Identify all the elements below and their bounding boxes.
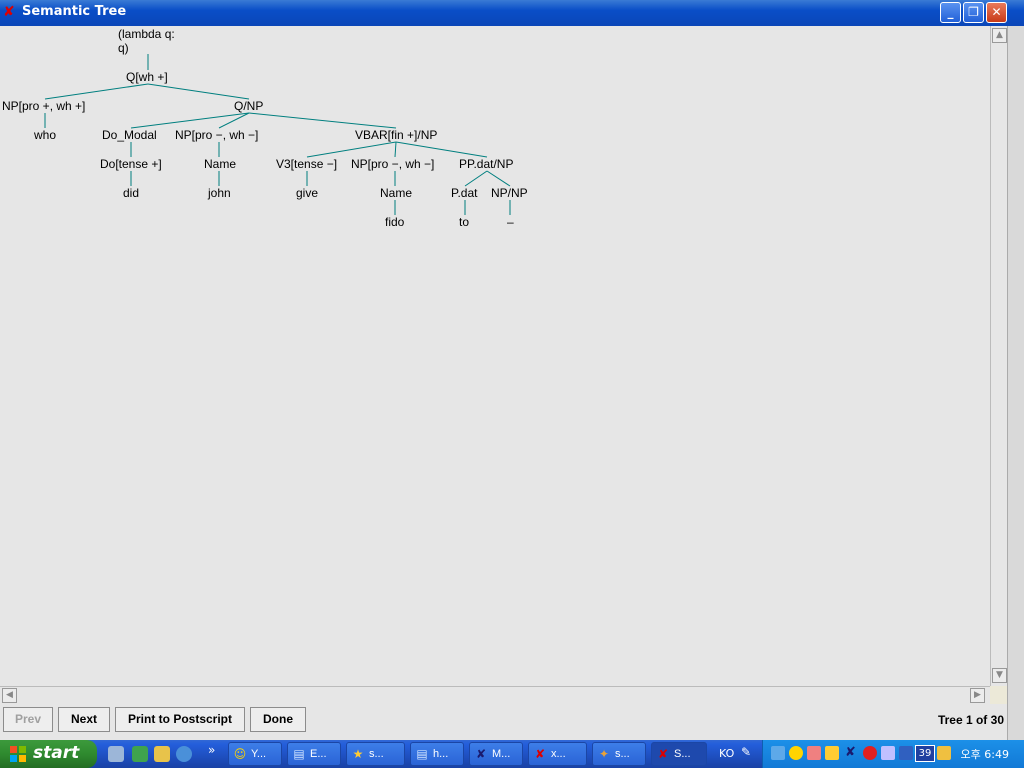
right-edge-strip — [1007, 26, 1024, 740]
tree-node-pp-dat: PP.dat/NP — [459, 157, 514, 171]
taskbar-item[interactable]: ✦ s... — [592, 742, 646, 766]
vertical-scrollbar[interactable]: ▲ ▼ — [990, 26, 1008, 686]
antivirus-tray-icon[interactable] — [863, 746, 877, 760]
done-button[interactable]: Done — [250, 707, 306, 732]
taskbar-item[interactable]: ▤ E... — [287, 742, 341, 766]
taskbar-item[interactable]: ☺ Y... — [228, 742, 282, 766]
tree-node-p-dat: P.dat — [451, 186, 478, 200]
quicklaunch-more-icon[interactable]: » — [208, 743, 215, 757]
scroll-left-arrow-icon[interactable]: ◀ — [2, 688, 17, 703]
tree-node-np-np: NP/NP — [491, 186, 528, 200]
tree-node-np-wh: NP[pro +, wh +] — [2, 99, 86, 113]
tree-count-status: Tree 1 of 30 — [937, 713, 1004, 727]
x-tray-icon[interactable]: ✘ — [845, 745, 856, 760]
language-indicator[interactable]: KO — [719, 747, 734, 760]
tree-node-np-pro-2: NP[pro −, wh −] — [351, 157, 435, 171]
x-app-icon: ✘ — [534, 747, 546, 761]
tool-icon: ✦ — [598, 747, 610, 761]
tree-leaf-to: to — [459, 215, 470, 229]
taskbar-item[interactable]: ✘ M... — [469, 742, 523, 766]
horizontal-scrollbar[interactable]: ◀ ▶ — [0, 686, 990, 704]
tree-node-lambda-body: q) — [118, 41, 129, 55]
scroll-up-arrow-icon[interactable]: ▲ — [992, 28, 1007, 43]
document-icon: ▤ — [293, 747, 305, 761]
ime-pen-icon[interactable]: ✎ — [741, 745, 751, 759]
clock[interactable]: 오후 6:49 — [961, 746, 1009, 762]
tree-leaf-did: did — [123, 186, 140, 200]
taskbar-item[interactable]: ▤ h... — [410, 742, 464, 766]
app-tray-icon[interactable] — [807, 746, 821, 760]
tree-node-vbar: VBAR[fin +]/NP — [355, 128, 438, 142]
tree-node-root: Q[wh +] — [126, 70, 168, 84]
tree-leaf-gap: – — [507, 215, 514, 229]
prev-button[interactable]: Prev — [3, 707, 53, 732]
restore-button[interactable]: ❐ — [963, 2, 984, 23]
windows-flag-icon — [10, 746, 26, 762]
tree-leaf-fido: fido — [385, 215, 405, 229]
window-titlebar[interactable]: ✘ Semantic Tree _ ❐ ✕ — [0, 0, 1024, 26]
tree-node-do-modal: Do_Modal — [102, 128, 157, 142]
tree-node-v3: V3[tense −] — [276, 157, 338, 171]
messenger-tray-icon[interactable] — [789, 746, 803, 760]
x-app-icon: ✘ — [475, 747, 487, 761]
refresh-icon[interactable] — [176, 746, 192, 762]
tree-node-name-1: Name — [204, 157, 237, 171]
minimize-button[interactable]: _ — [940, 2, 961, 23]
runner-tray-icon[interactable] — [825, 746, 839, 760]
start-button[interactable]: start — [0, 740, 97, 768]
document-icon: ▤ — [416, 747, 428, 761]
tree-canvas: (lambda q: q) Q[wh +] NP[pro +, wh +] wh… — [0, 26, 990, 686]
calendar-tray-icon[interactable] — [881, 746, 895, 760]
tree-leaf-john: john — [208, 186, 231, 200]
flag-tray-icon[interactable] — [899, 746, 913, 760]
media-player-icon[interactable] — [132, 746, 148, 762]
tree-node-do-tense: Do[tense +] — [100, 157, 162, 171]
folder-icon[interactable] — [154, 746, 170, 762]
next-button[interactable]: Next — [58, 707, 110, 732]
close-button[interactable]: ✕ — [986, 2, 1007, 23]
tree-node-q-np: Q/NP — [234, 99, 264, 113]
taskbar: start » ☺ Y... ▤ E... ★ s... ▤ h... ✘ M.… — [0, 740, 1024, 768]
print-to-postscript-button[interactable]: Print to Postscript — [115, 707, 245, 732]
show-desktop-icon[interactable] — [108, 746, 124, 762]
start-label: start — [33, 743, 80, 763]
tree-node-name-2: Name — [380, 186, 413, 200]
x-app-icon: ✘ — [657, 747, 669, 761]
system-tray: KO ✎ ✘ 39 오후 6:49 — [719, 740, 1024, 768]
tray-badge[interactable]: 39 — [915, 745, 935, 762]
scroll-down-arrow-icon[interactable]: ▼ — [992, 668, 1007, 683]
messenger-icon: ☺ — [233, 747, 247, 761]
tree-leaf-who: who — [34, 128, 57, 142]
runner-icon: ★ — [352, 747, 364, 761]
scroll-right-arrow-icon[interactable]: ▶ — [970, 688, 985, 703]
button-bar: Prev Next Print to Postscript Done Tree … — [0, 704, 1007, 740]
taskbar-item[interactable]: ✘ x... — [528, 742, 587, 766]
taskbar-item[interactable]: ★ s... — [346, 742, 405, 766]
app-x-icon: ✘ — [3, 4, 15, 20]
network-icon[interactable] — [771, 746, 785, 760]
window-title: Semantic Tree — [22, 4, 127, 19]
tree-node-np-pro-1: NP[pro −, wh −] — [175, 128, 259, 142]
taskbar-item-active[interactable]: ✘ S... — [651, 742, 707, 766]
tree-edges — [44, 54, 511, 215]
pencil-tray-icon[interactable] — [937, 746, 951, 760]
tree-node-lambda: (lambda q: — [118, 27, 175, 41]
tree-leaf-give: give — [296, 186, 319, 200]
